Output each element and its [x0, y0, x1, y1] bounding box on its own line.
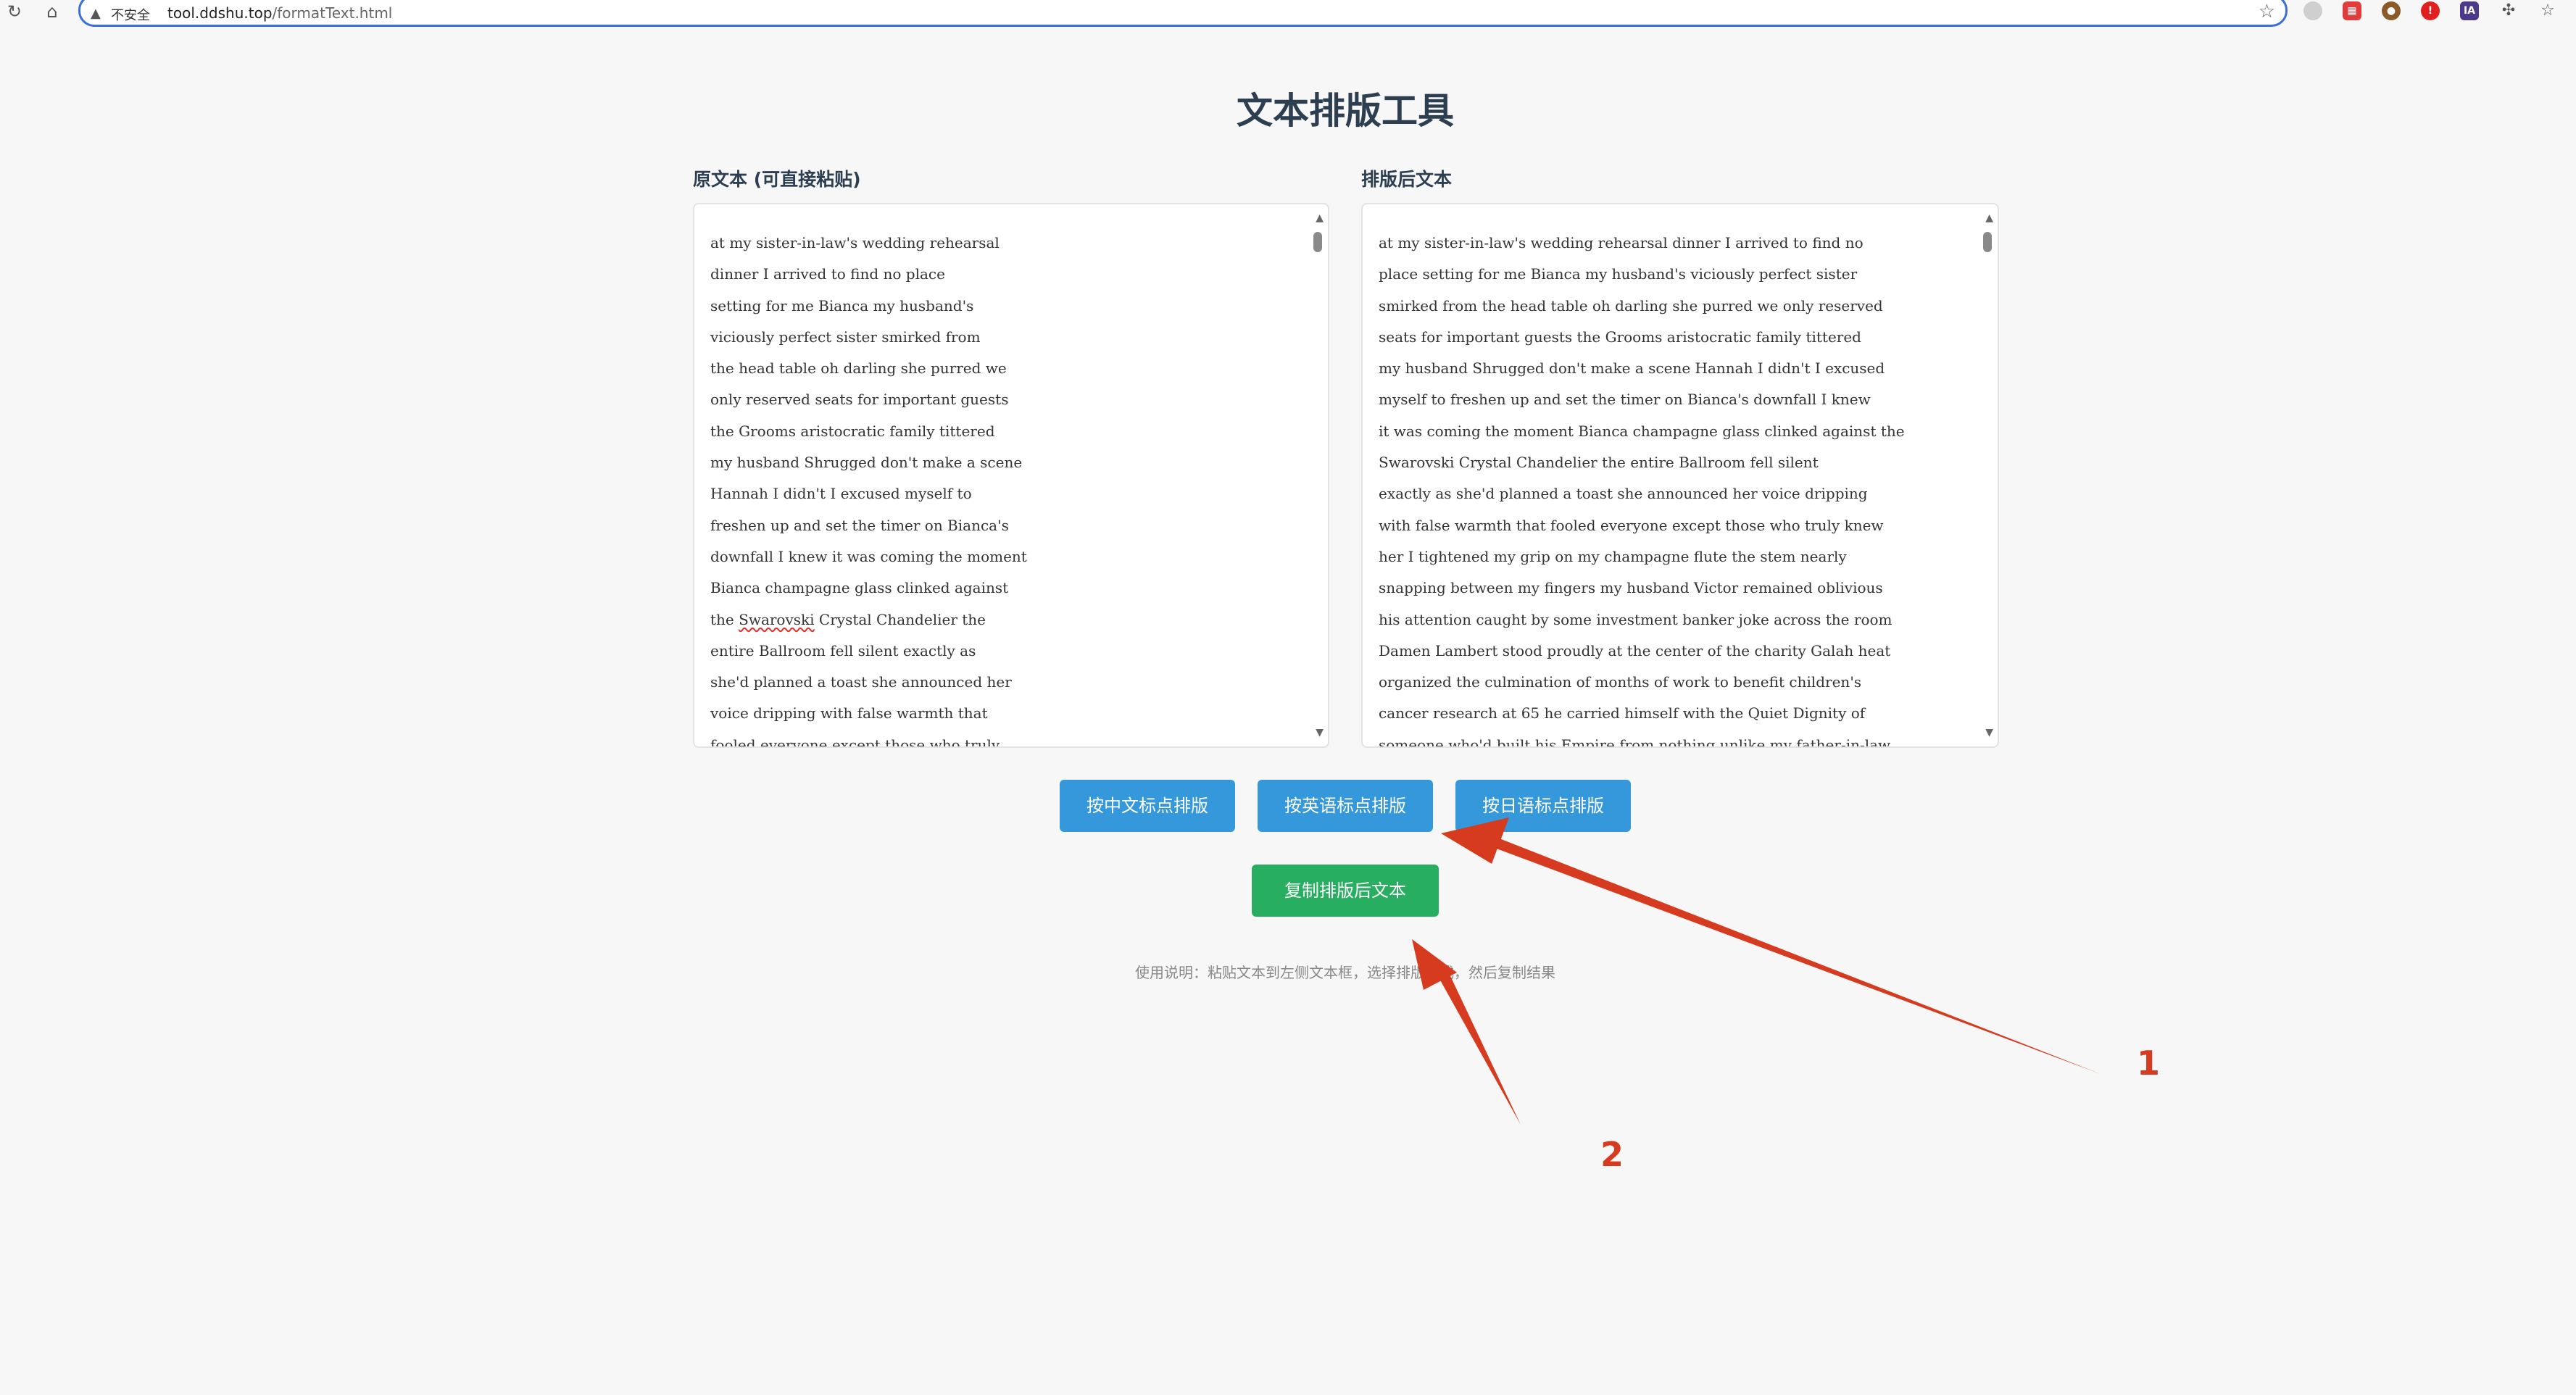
annotation-label-2: 2 — [1600, 1135, 1624, 1174]
annotation-label-1: 1 — [2137, 1044, 2161, 1083]
annotation-arrow-1 — [1495, 838, 2101, 1074]
annotation-arrow-1-head — [1441, 817, 1509, 864]
annotation-arrow-2 — [1435, 965, 1521, 1125]
annotation-arrows — [1412, 817, 2101, 1125]
